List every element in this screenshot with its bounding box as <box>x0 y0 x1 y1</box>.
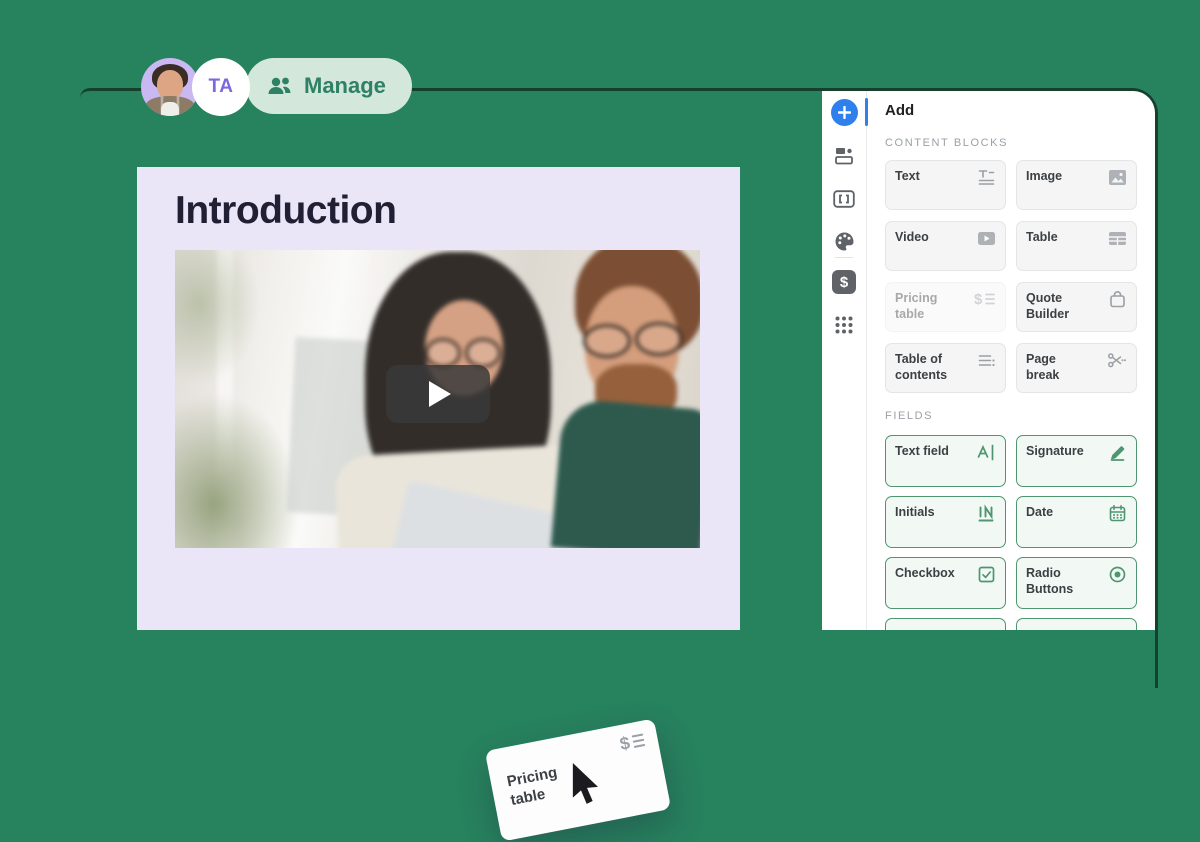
manage-button[interactable]: Manage <box>246 58 412 114</box>
panel-title: Add <box>885 102 1137 119</box>
field-card-signature[interactable]: Signature <box>1016 435 1137 487</box>
play-button[interactable] <box>386 365 490 423</box>
content-blocks-icon <box>834 146 854 166</box>
play-icon <box>429 381 451 407</box>
user-avatar[interactable] <box>141 58 199 116</box>
variables-tab-button[interactable] <box>822 190 866 208</box>
date-icon <box>1108 504 1127 540</box>
people-icon <box>266 74 294 98</box>
field-card-radio-buttons[interactable]: Radio Buttons <box>1016 557 1137 609</box>
field-card-checkbox[interactable]: Checkbox <box>885 557 1006 609</box>
pricing-tab-button[interactable]: $ <box>822 270 866 294</box>
block-card-table[interactable]: Table <box>1016 221 1137 271</box>
fields-section-label: FIELDS <box>885 410 1137 422</box>
add-panel: Add CONTENT BLOCKS Text Image <box>867 91 1155 630</box>
pricing-table-icon: $ <box>974 290 996 324</box>
plus-icon <box>831 99 858 126</box>
svg-text:$: $ <box>974 291 983 308</box>
screenshot-root: Introduction Pricing table <box>0 0 1200 630</box>
field-card-text-field[interactable]: Text field <box>885 435 1006 487</box>
block-card-quote-builder[interactable]: Quote Builder <box>1016 282 1137 332</box>
image-icon <box>1108 168 1127 202</box>
content-blocks-grid: Text Image <box>885 160 1137 393</box>
rail-divider <box>835 257 853 258</box>
field-card-partial[interactable] <box>1016 618 1137 630</box>
block-card-pricing-table[interactable]: Pricing table $ <box>885 282 1006 332</box>
text-icon <box>977 168 996 202</box>
signature-icon <box>1108 443 1127 479</box>
content-blocks-tab-button[interactable] <box>822 146 866 166</box>
collaborator-avatar[interactable]: TA <box>192 58 250 116</box>
table-of-contents-icon <box>977 351 996 385</box>
block-card-table-of-contents[interactable]: Table of contents <box>885 343 1006 393</box>
video-icon <box>977 229 996 263</box>
document-title: Introduction <box>175 189 396 233</box>
initials-icon <box>976 504 996 540</box>
quote-builder-icon <box>1108 290 1127 324</box>
active-tab-indicator <box>865 98 868 126</box>
add-sidebar: $ Add CONTENT BLOCKS Text <box>822 91 1155 630</box>
field-card-initials[interactable]: Initials <box>885 496 1006 548</box>
apps-tab-button[interactable] <box>822 315 866 335</box>
page-break-icon <box>1107 351 1127 385</box>
field-card-partial[interactable] <box>885 618 1006 630</box>
radio-buttons-icon <box>1108 565 1127 601</box>
design-tab-button[interactable] <box>822 231 866 252</box>
dollar-icon: $ <box>832 270 856 294</box>
checkbox-icon <box>977 565 996 601</box>
sidebar-icon-rail: $ <box>822 91 867 630</box>
document-page: Introduction Pricing table <box>137 167 740 630</box>
text-field-icon <box>976 443 996 479</box>
dragged-card-label: Pricing table <box>505 760 581 810</box>
content-blocks-section-label: CONTENT BLOCKS <box>885 137 1137 149</box>
variables-brackets-icon <box>833 190 855 208</box>
block-card-video[interactable]: Video <box>885 221 1006 271</box>
add-tab-button[interactable] <box>822 99 866 126</box>
apps-grid-icon <box>834 315 854 335</box>
block-card-page-break[interactable]: Page break <box>1016 343 1137 393</box>
manage-label: Manage <box>304 73 386 99</box>
field-card-date[interactable]: Date <box>1016 496 1137 548</box>
pricing-table-icon: $ <box>618 729 648 756</box>
table-icon <box>1108 229 1127 263</box>
video-thumbnail <box>175 250 700 548</box>
svg-text:$: $ <box>618 733 632 755</box>
block-card-text[interactable]: Text <box>885 160 1006 210</box>
dragged-pricing-table-card[interactable]: Pricing table $ <box>485 718 671 841</box>
palette-icon <box>834 231 855 252</box>
fields-grid: Text field Signature Init <box>885 435 1137 630</box>
block-card-image[interactable]: Image <box>1016 160 1137 210</box>
